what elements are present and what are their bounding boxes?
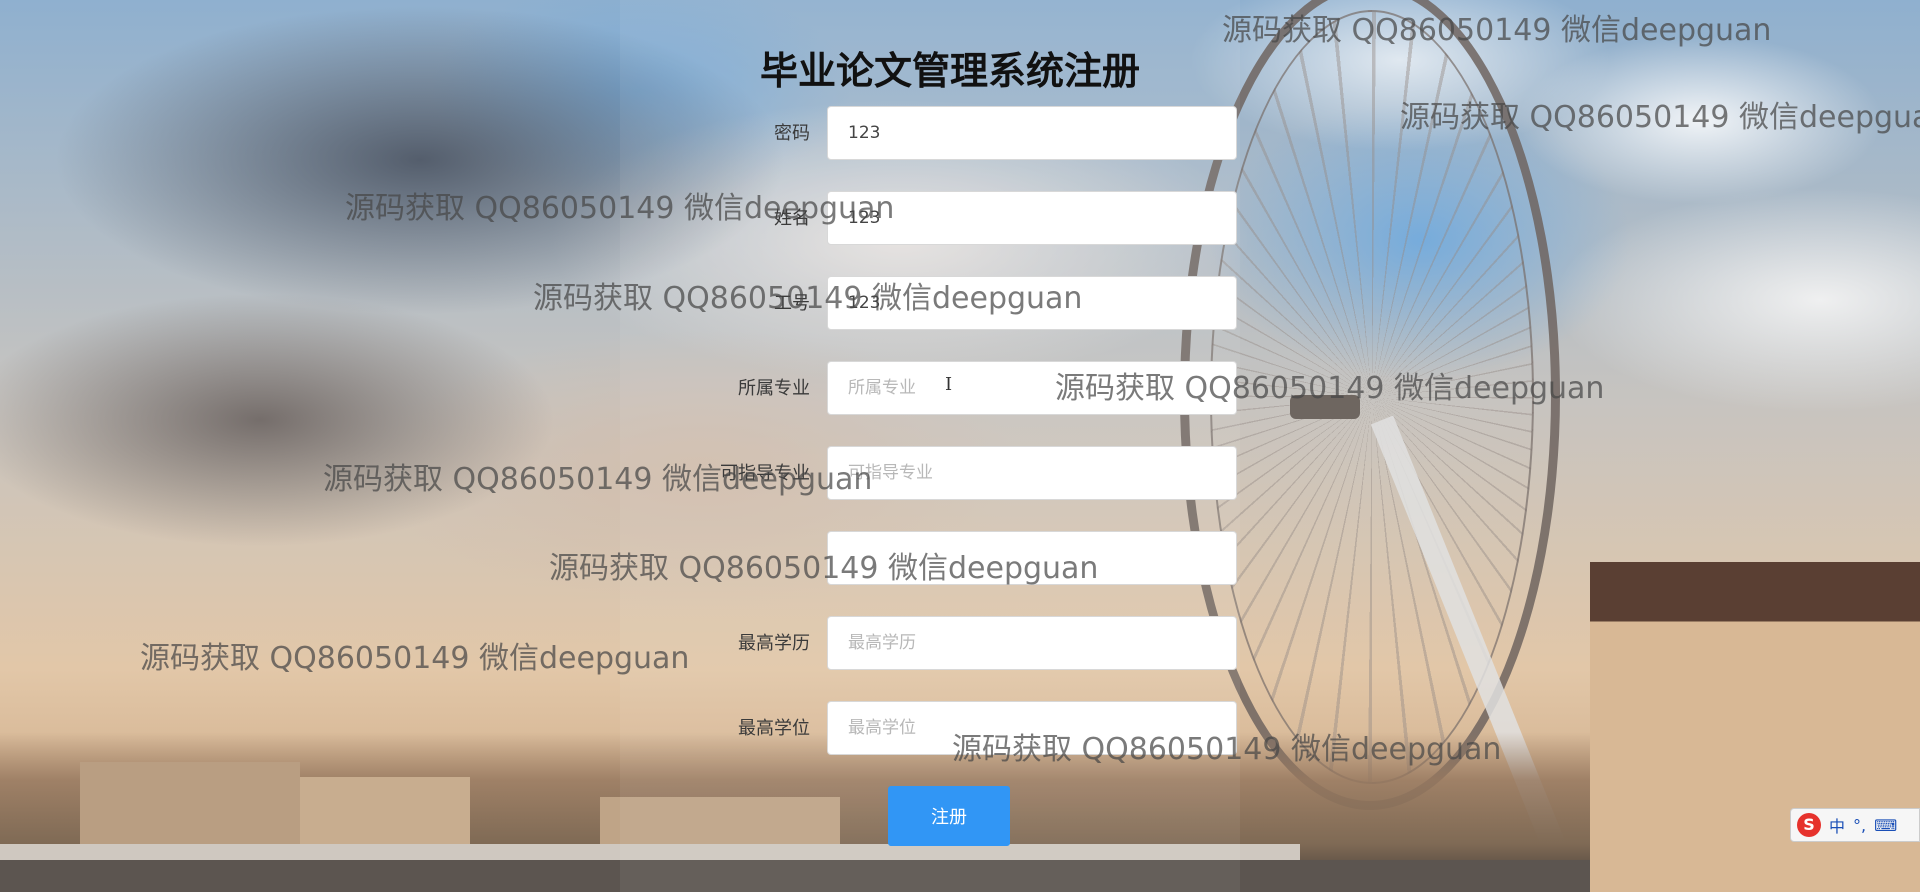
password-label: 密码 (774, 123, 810, 144)
ime-punct-toggle[interactable]: °, (1853, 816, 1866, 835)
watermark: 源码获取 QQ86050149 微信deepguan (1222, 13, 1772, 48)
text-cursor-icon: I (945, 374, 953, 395)
watermark: 源码获取 QQ86050149 微信deepguan (323, 462, 873, 497)
education-field[interactable] (827, 616, 1237, 670)
watermark: 源码获取 QQ86050149 微信deepguan (345, 191, 895, 226)
watermark: 源码获取 QQ86050149 微信deepguan (1055, 371, 1605, 406)
watermark: 源码获取 QQ86050149 微信deepguan (549, 551, 1099, 586)
keyboard-icon[interactable]: ⌨ (1874, 816, 1897, 835)
page-title: 毕业论文管理系统注册 (759, 49, 1140, 93)
watermark: 源码获取 QQ86050149 微信deepguan (952, 732, 1502, 767)
guidable-major-field[interactable] (827, 446, 1237, 500)
ime-mode-toggle[interactable]: 中 (1829, 813, 1845, 837)
building (300, 777, 470, 852)
watermark: 源码获取 QQ86050149 微信deepguan (1400, 100, 1920, 135)
watermark: 源码获取 QQ86050149 微信deepguan (140, 641, 690, 676)
major-label: 所属专业 (738, 378, 810, 399)
building-right (1590, 562, 1920, 892)
watermark: 源码获取 QQ86050149 微信deepguan (533, 281, 1083, 316)
sogou-logo-icon: S (1797, 813, 1821, 837)
form-row-password: 密码 (690, 106, 1240, 162)
degree-label: 最高学位 (738, 718, 810, 739)
register-button[interactable]: 注册 (888, 786, 1010, 846)
form-row-education: 最高学历 (690, 616, 1240, 672)
password-field[interactable] (827, 106, 1237, 160)
education-label: 最高学历 (738, 633, 810, 654)
ime-toolbar[interactable]: S 中 °, ⌨ (1790, 808, 1920, 842)
building (80, 762, 300, 852)
